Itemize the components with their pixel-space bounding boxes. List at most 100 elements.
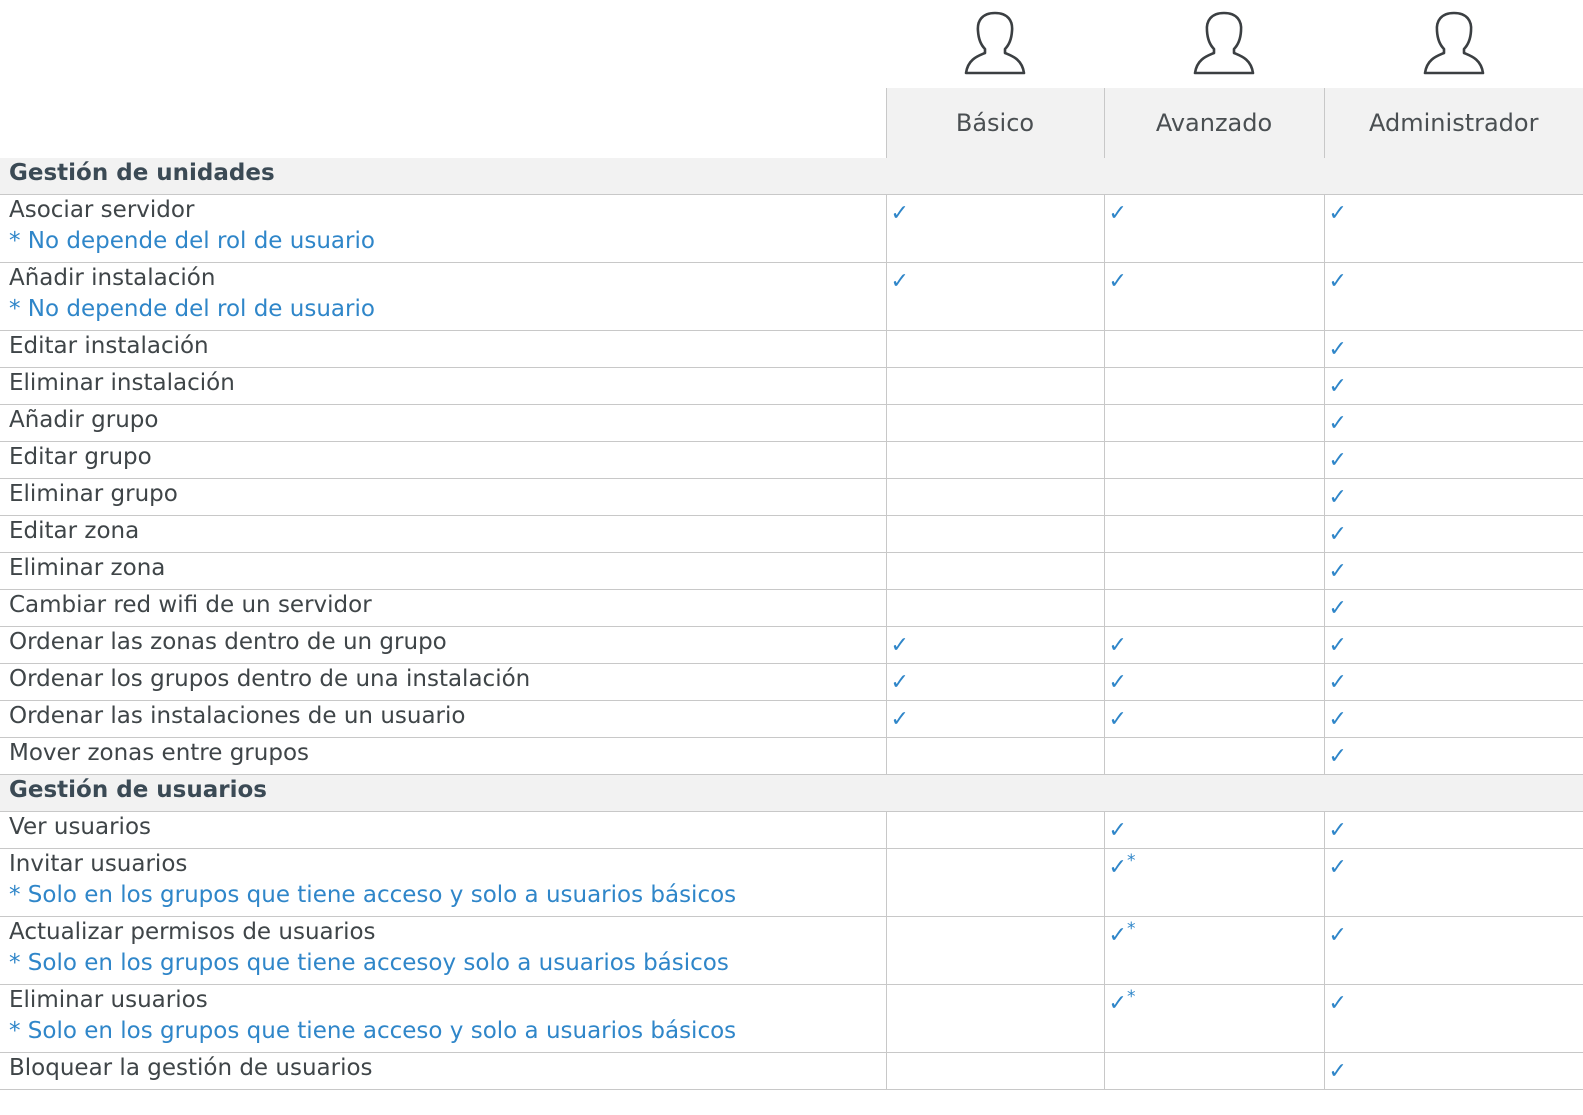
column-header-basico: Básico [885, 88, 1104, 158]
table-row: Editar instalación ✓ [0, 330, 1583, 368]
cell-admin: ✓ [1323, 984, 1583, 1053]
check-icon: ✓ [1328, 411, 1347, 436]
check-icon: ✓ [1328, 991, 1347, 1016]
table-row: Ordenar los grupos dentro de una instala… [0, 663, 1583, 701]
cell-avanzado [1103, 404, 1324, 442]
cell-avanzado [1103, 589, 1324, 627]
check-icon: ✓ [1108, 818, 1127, 843]
cell-basico: ✓ [885, 663, 1104, 701]
cell-avanzado: ✓* [1103, 984, 1324, 1053]
row-label: Editar zona [0, 515, 886, 553]
asterisk-mark: * [1126, 987, 1136, 1007]
cell-avanzado [1103, 367, 1324, 405]
row-label: Eliminar grupo [0, 478, 886, 516]
cell-admin: ✓ [1323, 589, 1583, 627]
cell-admin: ✓ [1323, 262, 1583, 331]
check-icon: ✓ [1328, 923, 1347, 948]
user-icon [1191, 10, 1257, 76]
check-icon: ✓ [1108, 269, 1127, 294]
check-icon: ✓ [1108, 633, 1127, 658]
header-empty [0, 88, 886, 158]
row-label: Añadir instalación * No depende del rol d… [0, 262, 886, 331]
cell-admin: ✓ [1323, 330, 1583, 368]
check-icon: ✓ [1328, 269, 1347, 294]
cell-basico [885, 737, 1104, 775]
row-label: Mover zonas entre grupos [0, 737, 886, 775]
row-label: Eliminar zona [0, 552, 886, 590]
user-icon [1421, 10, 1487, 76]
check-icon: ✓ [1328, 522, 1347, 547]
row-label: Bloquear la gestión de usuarios [0, 1052, 886, 1090]
role-icons-row [0, 0, 1583, 88]
check-icon: ✓ [1328, 670, 1347, 695]
cell-admin: ✓ [1323, 811, 1583, 849]
table-row: Eliminar grupo ✓ [0, 478, 1583, 516]
check-icon: ✓ [1328, 337, 1347, 362]
cell-basico [885, 589, 1104, 627]
table-row: Ordenar las zonas dentro de un grupo ✓ ✓… [0, 626, 1583, 664]
cell-admin: ✓ [1323, 916, 1583, 985]
cell-basico [885, 1052, 1104, 1090]
table-row: Bloquear la gestión de usuarios ✓ [0, 1052, 1583, 1090]
cell-basico [885, 478, 1104, 516]
permissions-table: Básico Avanzado Administrador Gestión de… [0, 88, 1583, 1090]
cell-admin: ✓ [1323, 626, 1583, 664]
check-icon: ✓ [1328, 374, 1347, 399]
cell-admin: ✓ [1323, 478, 1583, 516]
row-label: Eliminar instalación [0, 367, 886, 405]
cell-basico [885, 441, 1104, 479]
permissions-page: Básico Avanzado Administrador Gestión de… [0, 0, 1583, 1115]
cell-avanzado: ✓* [1103, 848, 1324, 917]
check-icon: ✓ [1328, 744, 1347, 769]
header-row: Básico Avanzado Administrador [0, 88, 1583, 158]
cell-basico [885, 330, 1104, 368]
row-note: * No depende del rol de usuario [9, 228, 375, 254]
cell-avanzado: ✓ [1103, 663, 1324, 701]
table-row: Cambiar red wifi de un servidor ✓ [0, 589, 1583, 627]
cell-basico [885, 552, 1104, 590]
check-icon: ✓ [1328, 633, 1347, 658]
column-header-administrador: Administrador [1323, 88, 1583, 158]
check-icon: ✓ [1328, 448, 1347, 473]
table-row: Ver usuarios ✓ ✓ [0, 811, 1583, 849]
table-row: Asociar servidor * No depende del rol de … [0, 194, 1583, 263]
check-icon: ✓ [1328, 855, 1347, 880]
cell-avanzado: ✓ [1103, 262, 1324, 331]
section-title: Gestión de unidades [0, 158, 1583, 195]
row-label: Editar grupo [0, 441, 886, 479]
cell-basico [885, 515, 1104, 553]
cell-basico [885, 984, 1104, 1053]
cell-basico [885, 811, 1104, 849]
asterisk-mark: * [1126, 851, 1136, 871]
row-label: Asociar servidor * No depende del rol de … [0, 194, 886, 263]
row-label: Ordenar los grupos dentro de una instala… [0, 663, 886, 701]
check-icon: ✓* [1108, 919, 1136, 948]
check-icon: ✓ [1328, 1059, 1347, 1084]
cell-avanzado: ✓ [1103, 626, 1324, 664]
cell-avanzado [1103, 1052, 1324, 1090]
table-row: Actualizar permisos de usuarios * Solo en… [0, 916, 1583, 985]
cell-admin: ✓ [1323, 515, 1583, 553]
row-label: Añadir grupo [0, 404, 886, 442]
check-icon: ✓* [1108, 851, 1136, 880]
check-icon: ✓* [1108, 987, 1136, 1016]
cell-admin: ✓ [1323, 737, 1583, 775]
check-icon: ✓ [1328, 559, 1347, 584]
row-label: Ver usuarios [0, 811, 886, 849]
cell-admin: ✓ [1323, 404, 1583, 442]
table-row: Mover zonas entre grupos ✓ [0, 737, 1583, 775]
cell-basico [885, 916, 1104, 985]
row-label: Invitar usuarios * Solo en los grupos que… [0, 848, 886, 917]
cell-basico: ✓ [885, 626, 1104, 664]
cell-avanzado [1103, 478, 1324, 516]
cell-avanzado [1103, 552, 1324, 590]
cell-admin: ✓ [1323, 441, 1583, 479]
table-row: Ordenar las instalaciones de un usuario … [0, 700, 1583, 738]
row-label: Editar instalación [0, 330, 886, 368]
check-icon: ✓ [1108, 201, 1127, 226]
cell-avanzado: ✓ [1103, 700, 1324, 738]
user-icon [962, 10, 1028, 76]
table-row: Eliminar instalación ✓ [0, 367, 1583, 405]
cell-avanzado [1103, 737, 1324, 775]
check-icon: ✓ [890, 670, 909, 695]
